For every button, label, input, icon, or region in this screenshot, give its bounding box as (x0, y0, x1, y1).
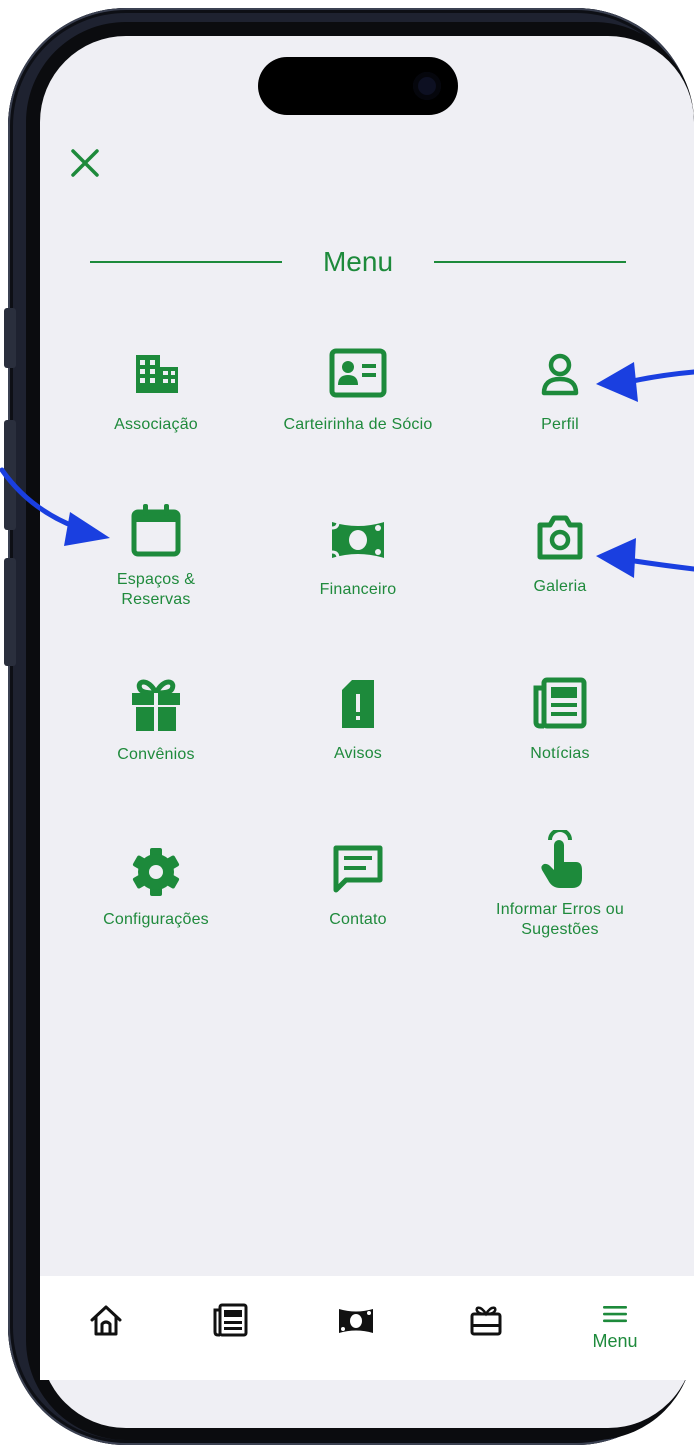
newspaper-icon (213, 1303, 248, 1337)
hamburger-menu-icon (603, 1306, 627, 1323)
arrow-to-calendar (0, 467, 81, 531)
annotation-arrows (0, 362, 694, 578)
tab-menu-label: Menu (592, 1331, 638, 1351)
tab-news[interactable] (200, 1300, 260, 1340)
tab-financeiro[interactable] (326, 1300, 386, 1340)
gift-card-icon (470, 1306, 502, 1336)
tab-home[interactable] (76, 1300, 136, 1340)
arrow-to-galeria (625, 557, 694, 572)
arrow-to-perfil (625, 369, 694, 385)
tab-convenios[interactable] (456, 1300, 516, 1340)
home-icon (90, 1305, 122, 1336)
tab-menu[interactable]: Menu (585, 1300, 645, 1352)
money-icon (339, 1309, 373, 1333)
